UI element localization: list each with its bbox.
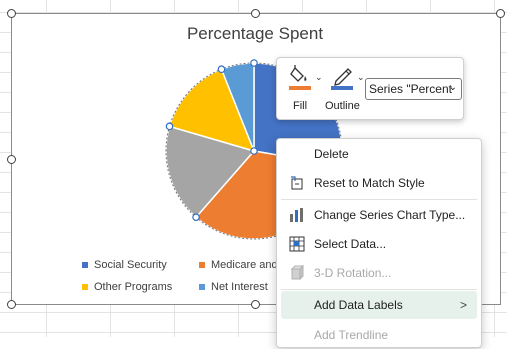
menu-item-label: 3-D Rotation...	[314, 266, 392, 280]
outline-button[interactable]: ⌄ Outline	[325, 62, 365, 116]
legend-swatch	[82, 284, 88, 290]
series-selector-value: Series "Percent	[369, 82, 452, 96]
reset-style-icon	[291, 176, 303, 190]
outline-color-bar	[331, 86, 353, 90]
data-point-handle[interactable]	[217, 65, 226, 74]
chart-type-icon	[290, 208, 303, 222]
chevron-right-icon: >	[459, 298, 467, 312]
legend-swatch	[82, 262, 88, 268]
legend-label: Social Security	[94, 259, 167, 271]
fill-color-bar	[289, 86, 311, 90]
legend-label: Medicare and	[211, 259, 278, 271]
legend-label: Net Interest	[211, 281, 268, 293]
menu-item-label: Reset to Match Style	[314, 176, 425, 190]
legend-item-social-security[interactable]: Social Security	[82, 259, 167, 271]
select-data-icon	[289, 236, 305, 252]
rotation-3d-icon	[290, 265, 305, 281]
outline-label: Outline	[325, 100, 360, 112]
menu-item-add-trendline: Add Trendline	[281, 321, 477, 349]
menu-item-delete[interactable]: Delete	[281, 140, 477, 168]
chevron-down-icon: ⌄	[448, 82, 457, 93]
menu-item-label: Select Data...	[314, 237, 387, 251]
menu-separator	[281, 199, 477, 200]
outline-dropdown-chevron[interactable]: ⌄	[357, 72, 365, 83]
menu-item-label: Change Series Chart Type...	[314, 208, 466, 222]
menu-item-label: Add Data Labels	[314, 298, 403, 312]
menu-item-reset-to-match-style[interactable]: Reset to Match Style	[281, 169, 477, 197]
menu-item-3d-rotation: 3-D Rotation...	[281, 259, 477, 287]
fill-button[interactable]: ⌄ Fill	[283, 62, 323, 116]
data-point-handle[interactable]	[250, 147, 258, 155]
menu-item-label: Add Trendline	[314, 328, 389, 342]
paint-bucket-icon	[290, 65, 307, 82]
mini-toolbar: ⌄ Fill ⌄ Outline Series "Percent ⌄	[276, 57, 464, 120]
fill-dropdown-chevron[interactable]: ⌄	[315, 72, 323, 83]
legend-item-other-programs[interactable]: Other Programs	[82, 281, 172, 293]
legend-item-medicare[interactable]: Medicare and	[199, 259, 278, 271]
menu-item-change-series-chart-type[interactable]: Change Series Chart Type...	[281, 201, 477, 229]
legend-label: Other Programs	[94, 281, 173, 293]
menu-separator	[281, 289, 477, 290]
legend-item-net-interest[interactable]: Net Interest	[199, 281, 268, 293]
data-point-handle[interactable]	[250, 59, 258, 67]
context-menu: Delete Reset to Match Style Change Serie…	[276, 138, 482, 348]
pen-outline-icon	[334, 68, 352, 86]
menu-item-label: Delete	[314, 147, 349, 161]
data-point-handle[interactable]	[192, 213, 200, 222]
fill-label: Fill	[293, 100, 308, 112]
legend-swatch	[199, 284, 205, 290]
data-point-handle[interactable]	[165, 122, 174, 131]
menu-item-select-data[interactable]: Select Data...	[281, 230, 477, 258]
legend-swatch	[199, 262, 205, 268]
menu-item-add-data-labels[interactable]: Add Data Labels >	[281, 291, 477, 319]
series-selector-dropdown[interactable]: Series "Percent ⌄	[365, 78, 462, 100]
